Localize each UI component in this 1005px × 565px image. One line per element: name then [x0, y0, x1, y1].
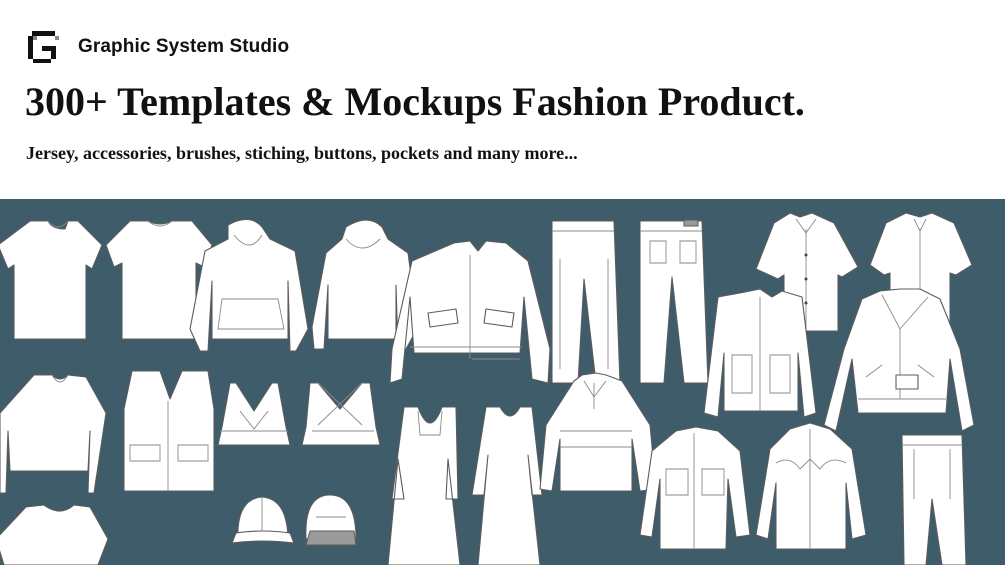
brand[interactable]: Graphic System Studio: [28, 31, 289, 63]
page-title: 300+ Templates & Mockups Fashion Product…: [25, 79, 805, 124]
sports-bra-icon: [217, 382, 291, 446]
long-dress-icon: [471, 406, 543, 565]
cap-icon: [305, 494, 357, 546]
trousers-icon: [551, 220, 621, 384]
pleated-trousers-icon: [901, 434, 967, 565]
brand-name: Graphic System Studio: [78, 36, 290, 57]
tshirt-icon: [0, 504, 109, 565]
tshirt-icon: [0, 220, 103, 340]
sports-bra-icon: [301, 382, 381, 446]
bomber-jacket-icon: [389, 240, 551, 384]
utility-shirt-icon: [639, 426, 751, 550]
western-shirt-icon: [755, 422, 867, 550]
jeans-icon: [639, 219, 709, 384]
page-subtitle: Jersey, accessories, brushes, stiching, …: [26, 143, 578, 163]
vest-icon: [123, 370, 215, 492]
garment-showcase: [0, 199, 1005, 565]
half-zip-pullover-icon: [539, 372, 657, 492]
cap-icon: [231, 496, 295, 544]
header: Graphic System Studio 300+ Templates & M…: [0, 0, 1005, 199]
crop-tee-icon: [0, 374, 107, 494]
brand-logo-icon: [28, 31, 59, 63]
biker-jacket-icon: [823, 288, 975, 432]
trucker-jacket-icon: [703, 288, 817, 418]
garment-illustrations: [0, 212, 975, 565]
long-dress-icon: [387, 406, 461, 565]
